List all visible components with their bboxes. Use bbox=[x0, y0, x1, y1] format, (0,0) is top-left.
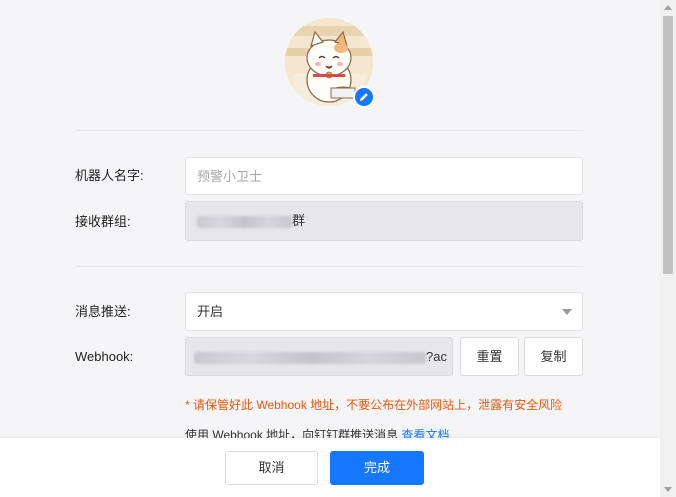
robot-settings-panel: 机器人名字: 预警小卫士 接收群组: 群 消息推送: 开启 Webhook: ?… bbox=[0, 0, 660, 442]
caret-down-icon bbox=[562, 309, 572, 315]
done-button[interactable]: 完成 bbox=[330, 451, 424, 485]
robot-avatar[interactable] bbox=[285, 18, 375, 108]
dialog-footer: 取消 完成 bbox=[0, 438, 660, 497]
scroll-up-arrow-icon[interactable] bbox=[664, 5, 672, 10]
robot-name-input[interactable]: 预警小卫士 bbox=[185, 157, 583, 195]
redacted-text bbox=[197, 215, 292, 228]
group-label: 接收群组: bbox=[75, 214, 131, 229]
security-warning: * 请保管好此 Webhook 地址，不要公布在外部网站上，泄露有安全风险 bbox=[185, 398, 563, 412]
robot-name-placeholder: 预警小卫士 bbox=[197, 169, 263, 184]
scroll-down-arrow-icon[interactable] bbox=[664, 487, 672, 492]
vertical-scrollbar[interactable] bbox=[660, 0, 676, 497]
divider bbox=[75, 266, 583, 267]
push-select-value: 开启 bbox=[197, 304, 224, 319]
robot-name-label: 机器人名字: bbox=[75, 168, 144, 183]
webhook-label: Webhook: bbox=[75, 349, 134, 364]
edit-avatar-button[interactable] bbox=[353, 86, 375, 108]
cancel-button[interactable]: 取消 bbox=[225, 451, 318, 485]
push-select[interactable]: 开启 bbox=[185, 292, 583, 331]
reset-button[interactable]: 重置 bbox=[460, 337, 519, 376]
webhook-value-suffix: ?ac bbox=[426, 349, 447, 364]
push-label: 消息推送: bbox=[75, 304, 131, 319]
group-field: 群 bbox=[185, 201, 583, 241]
divider bbox=[75, 130, 583, 131]
pencil-icon bbox=[360, 93, 368, 101]
copy-button[interactable]: 复制 bbox=[524, 337, 583, 376]
redacted-text bbox=[194, 351, 426, 364]
group-value-suffix: 群 bbox=[292, 213, 306, 228]
webhook-field[interactable]: ?ac bbox=[185, 337, 453, 376]
scroll-thumb[interactable] bbox=[663, 16, 673, 274]
